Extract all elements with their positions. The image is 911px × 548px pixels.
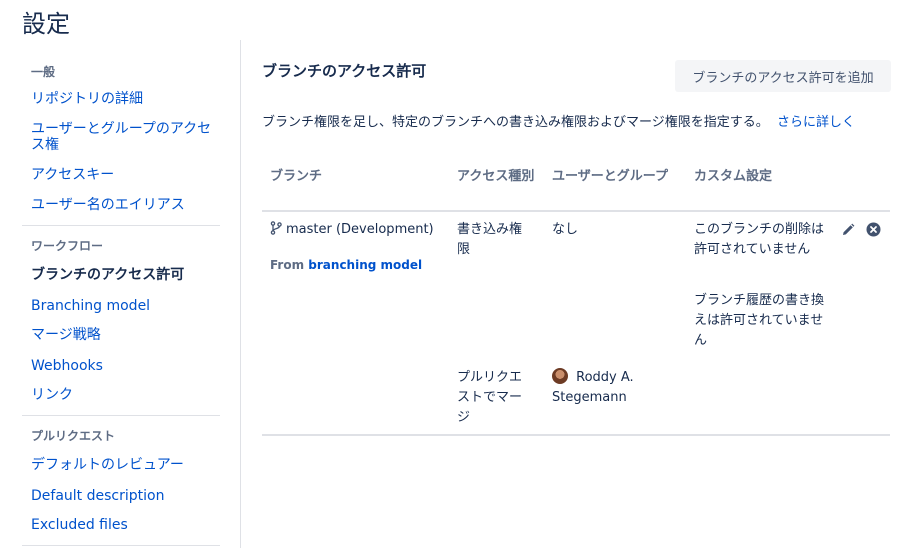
sidebar-heading-pull-requests: プルリクエスト bbox=[31, 429, 116, 443]
edit-pencil-icon[interactable] bbox=[841, 222, 857, 238]
branch-cell: master (Development) bbox=[270, 220, 434, 242]
sidebar-item-webhooks[interactable]: Webhooks bbox=[22, 358, 103, 374]
column-header-branch: ブランチ bbox=[270, 169, 323, 184]
sidebar-item-branch-permissions[interactable]: ブランチのアクセス許可 bbox=[22, 267, 184, 283]
sidebar-heading-workflow: ワークフロー bbox=[31, 239, 104, 253]
sidebar-separator bbox=[240, 40, 241, 548]
sidebar-item-merge-strategies[interactable]: マージ戦略 bbox=[22, 327, 101, 343]
custom-setting-delete: このブランチの削除は許可されていません bbox=[694, 222, 825, 257]
add-branch-permission-button[interactable]: ブランチのアクセス許可を追加 bbox=[675, 60, 891, 92]
description: ブランチ権限を足し、特定のブランチへの書き込み権限およびマージ権限を指定する。 … bbox=[262, 113, 890, 133]
custom-setting-rewrite-history: ブランチ履歴の書き換えは許可されていません bbox=[694, 293, 825, 348]
sidebar-divider bbox=[22, 225, 220, 226]
access-type-merge: プルリクエストでマージ bbox=[457, 370, 523, 425]
sidebar-item-user-group-access[interactable]: ユーザーとグループのアクセス権 bbox=[22, 121, 217, 153]
branch-name: master (Development) bbox=[286, 222, 434, 237]
branching-model-link[interactable]: branching model bbox=[308, 258, 422, 272]
sidebar-heading-general: 一般 bbox=[31, 65, 56, 79]
sidebar-item-username-aliases[interactable]: ユーザー名のエイリアス bbox=[22, 197, 185, 213]
branch-source: From branching model bbox=[270, 255, 422, 275]
branch-source-prefix: From bbox=[270, 258, 305, 272]
column-header-access-type: アクセス種別 bbox=[457, 169, 535, 184]
sidebar-item-default-reviewers[interactable]: デフォルトのレビュアー bbox=[22, 457, 184, 473]
sidebar-item-repo-details[interactable]: リポジトリの詳細 bbox=[22, 91, 143, 107]
branch-icon bbox=[270, 221, 282, 242]
sidebar-divider bbox=[22, 545, 220, 546]
sidebar-item-excluded-files[interactable]: Excluded files bbox=[22, 517, 128, 533]
sidebar-divider bbox=[22, 415, 220, 416]
delete-close-circle-icon[interactable] bbox=[866, 222, 882, 238]
users-merge: Roddy A. Stegemann bbox=[552, 368, 662, 408]
table-header-divider bbox=[262, 210, 890, 212]
sidebar-item-branching-model[interactable]: Branching model bbox=[22, 298, 150, 314]
learn-more-link[interactable]: さらに詳しく bbox=[777, 115, 855, 130]
page-title: 設定 bbox=[22, 10, 70, 38]
sidebar-item-default-description[interactable]: Default description bbox=[22, 488, 164, 504]
description-text: ブランチ権限を足し、特定のブランチへの書き込み権限およびマージ権限を指定する。 bbox=[262, 115, 769, 130]
sidebar-item-links[interactable]: リンク bbox=[22, 387, 73, 403]
access-type-write: 書き込み権限 bbox=[457, 222, 523, 257]
sidebar-item-access-keys[interactable]: アクセスキー bbox=[22, 167, 114, 183]
column-header-custom-settings: カスタム設定 bbox=[694, 169, 773, 184]
avatar bbox=[552, 368, 568, 384]
column-header-users-groups: ユーザーとグループ bbox=[552, 169, 668, 184]
section-title: ブランチのアクセス許可 bbox=[262, 62, 427, 80]
table-bottom-divider bbox=[262, 434, 890, 436]
users-write: なし bbox=[552, 222, 579, 237]
